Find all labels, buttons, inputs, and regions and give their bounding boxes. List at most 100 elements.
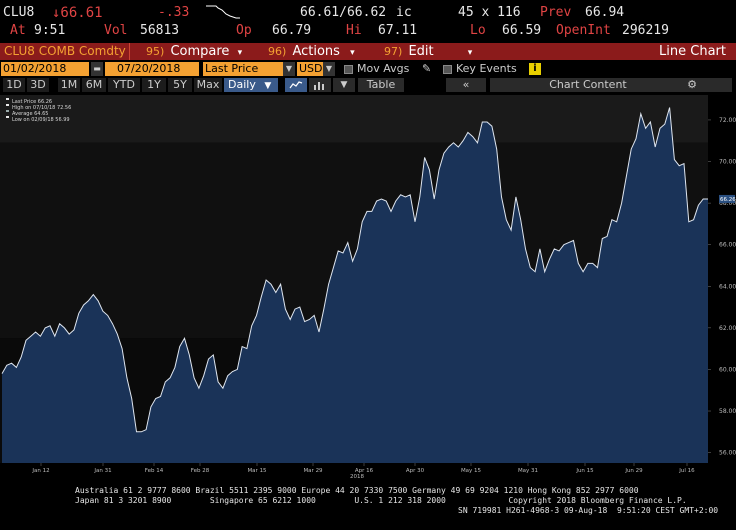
footer: Australia 61 2 9777 8600 Brazil 5511 239… [0, 485, 736, 530]
x-tick-label: Mar 29 [303, 468, 323, 474]
x-tick-label: May 31 [518, 468, 538, 474]
last-price-tag-label: 66.26 [720, 197, 736, 203]
y-axis: 56.0058.0060.0062.0064.0066.0068.0070.00… [708, 117, 736, 457]
price-chart: Last Price 66.26 High on 07/10/18 72.56 Av… [0, 95, 736, 480]
prev-label: Prev [540, 5, 572, 20]
info-icon[interactable]: i [529, 63, 541, 75]
mov-avgs-checkbox[interactable] [344, 65, 353, 74]
function-menu-bar: CLU8 COMB Comdty 95) Compare ▾ 96) Actio… [0, 43, 736, 60]
ticker: CLU8 [3, 5, 35, 20]
bid-ask-flag: ic [396, 5, 412, 20]
compare-menu[interactable]: 95) Compare ▾ [146, 43, 242, 60]
chart-band [0, 95, 708, 143]
x-year-label: 2018 [350, 474, 364, 480]
legend-swatch [6, 98, 9, 100]
edit-menu[interactable]: 97) Edit ▾ [384, 43, 472, 60]
range-1d-button[interactable]: 1D [3, 78, 25, 92]
range-6m-button[interactable]: 6M [82, 78, 106, 92]
open-interest-label: OpenInt [556, 23, 611, 38]
range-bar: 1D 3D 1M 6M YTD 1Y 5Y Max Daily ▼ ▼ Tabl… [0, 77, 736, 93]
range-1y-button[interactable]: 1Y [142, 78, 166, 92]
chart-type-title: Line Chart [659, 44, 726, 59]
volume-value: 56813 [140, 23, 180, 38]
chevron-down-icon: ▾ [467, 48, 473, 58]
actions-label: Actions [292, 44, 340, 59]
actions-menu[interactable]: 96) Actions ▾ [268, 43, 355, 60]
security-field[interactable]: CLU8 COMB Comdty [0, 43, 130, 60]
high-label: Hi [346, 23, 362, 38]
range-3d-button[interactable]: 3D [27, 78, 49, 92]
period-selector[interactable]: Daily ▼ [224, 78, 278, 92]
gear-icon[interactable]: ⚙ [652, 78, 732, 92]
end-date-field[interactable]: 07/20/2018 [105, 62, 199, 76]
range-1m-button[interactable]: 1M [58, 78, 80, 92]
y-tick-label: 64.00 [719, 283, 736, 290]
x-tick-label: Jun 15 [575, 468, 594, 474]
x-axis: Jan 12 Jan 31 Feb 14 Feb 28 Mar 15 Mar 29 Apr … [31, 463, 695, 480]
range-max-button[interactable]: Max [194, 78, 222, 92]
y-tick-label: 58.00 [719, 408, 736, 415]
period-label: Daily [228, 78, 256, 91]
footer-session-info: SN 719981 H261-4968-3 09-Aug-18 9:51:20 … [458, 506, 719, 515]
open-value: 66.79 [272, 23, 312, 38]
chart-toolbar: 01/02/2018 ▬ 07/20/2018 Last Price ▼ USD… [0, 61, 736, 77]
start-date-field[interactable]: 01/02/2018 [1, 62, 89, 76]
x-tick-label: Jan 31 [93, 468, 111, 474]
time-label: At [10, 23, 26, 38]
actions-shortcut: 96) [268, 45, 287, 58]
bar-chart-icon[interactable] [309, 78, 331, 92]
legend-swatch [6, 110, 9, 112]
pencil-icon[interactable]: ✎ [422, 61, 431, 77]
high-value: 67.11 [378, 23, 418, 38]
bid-ask: 66.61/66.62 [300, 5, 387, 20]
edit-label: Edit [408, 44, 434, 59]
x-tick-label: Jun 29 [624, 468, 643, 474]
x-tick-label: Feb 14 [145, 468, 164, 474]
legend-entry: Low on 02/09/18 56.99 [12, 117, 70, 123]
prev-value: 66.94 [585, 5, 625, 20]
line-chart-icon[interactable] [285, 78, 307, 92]
table-button[interactable]: Table [358, 78, 404, 92]
compare-label: Compare [170, 44, 230, 59]
y-tick-label: 60.00 [719, 366, 736, 373]
x-tick-label: Feb 28 [191, 468, 210, 474]
field-dropdown-icon[interactable]: ▼ [283, 62, 295, 76]
chevron-down-icon: ▾ [350, 48, 355, 58]
key-events-label: Key Events [456, 62, 517, 75]
open-interest-value: 296219 [622, 23, 669, 38]
double-chevron-left-icon[interactable]: « [446, 78, 486, 92]
y-tick-label: 70.00 [719, 159, 736, 166]
last-price: ↓66.61 [52, 5, 103, 21]
edit-shortcut: 97) [384, 45, 403, 58]
open-label: Op [236, 23, 252, 38]
x-tick-label: Mar 15 [247, 468, 267, 474]
x-tick-label: May 15 [461, 468, 482, 474]
volume-label: Vol [104, 23, 128, 38]
date-range-separator: ▬ [91, 62, 103, 76]
time-value: 9:51 [34, 23, 66, 38]
compare-shortcut: 95) [146, 45, 165, 58]
x-tick-label: Apr 30 [406, 468, 425, 474]
net-change: -.33 [158, 5, 190, 20]
field-selector[interactable]: Last Price [203, 62, 283, 76]
sparkline-icon [206, 5, 240, 19]
low-label: Lo [470, 23, 486, 38]
legend-swatch [6, 116, 9, 118]
x-tick-label: Jan 12 [31, 468, 49, 474]
last-price-tag: 66.26 [719, 194, 736, 203]
range-ytd-button[interactable]: YTD [108, 78, 140, 92]
mov-avgs-label: Mov Avgs [357, 62, 410, 75]
y-tick-label: 56.00 [719, 450, 736, 457]
footer-contacts-2: Japan 81 3 3201 8900 Singapore 65 6212 1… [75, 496, 687, 505]
currency-selector[interactable]: USD [297, 62, 323, 76]
footer-contacts-1: Australia 61 2 9777 8600 Brazil 5511 239… [75, 486, 639, 495]
chart-style-dropdown-icon[interactable]: ▼ [333, 78, 355, 92]
y-tick-label: 62.00 [719, 325, 736, 332]
y-tick-label: 72.00 [719, 117, 736, 124]
key-events-checkbox[interactable] [443, 65, 452, 74]
currency-dropdown-icon[interactable]: ▼ [323, 62, 335, 76]
x-tick-label: Jul 16 [678, 468, 695, 474]
y-tick-label: 66.00 [719, 242, 736, 249]
legend-swatch [6, 104, 9, 106]
range-5y-button[interactable]: 5Y [168, 78, 192, 92]
